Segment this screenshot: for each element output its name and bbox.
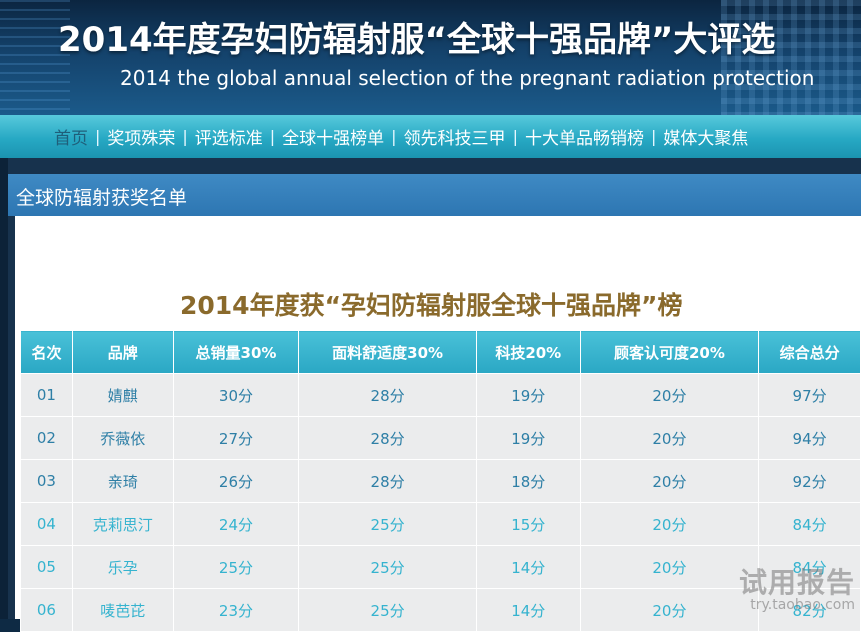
table-row: 04 克莉思汀 24分 25分 15分 20分 84分 (20, 502, 861, 546)
cell-brand: 克莉思汀 (71, 502, 174, 546)
cell-total: 92分 (758, 459, 861, 503)
nav-item-criteria[interactable]: 评选标准 (195, 124, 263, 149)
section-gap (8, 158, 861, 174)
nav-item-label: 评选标准 (194, 129, 263, 149)
cell-comfort: 25分 (298, 545, 477, 589)
cell-comfort: 28分 (298, 416, 477, 460)
column-header-brand: 品牌 (71, 330, 174, 374)
cell-tech: 19分 (475, 416, 581, 460)
cell-sales: 24分 (172, 502, 300, 546)
nav-item-media[interactable]: 媒体大聚焦 (663, 124, 748, 149)
cell-total: 94分 (758, 416, 861, 460)
table-row: 01 婧麒 30分 28分 19分 20分 97分 (20, 373, 861, 417)
nav-item-bestsellers[interactable]: 十大单品畅销榜 (525, 124, 644, 149)
column-header-tech: 科技20% (475, 330, 581, 374)
cell-rank: 05 (20, 545, 73, 589)
nav-item-awards[interactable]: 奖项殊荣 (107, 124, 175, 149)
column-header-total: 综合总分 (758, 330, 861, 374)
table-header-row: 名次 品牌 总销量30% 面料舒适度30% 科技20% 顾客认可度20% 综合总… (20, 330, 861, 374)
nav-item-tech[interactable]: 领先科技三甲 (404, 124, 506, 149)
table-row: 05 乐孕 25分 25分 14分 20分 84分 (20, 545, 861, 589)
cell-rank: 02 (20, 416, 73, 460)
nav-item-label: 十大单品畅销榜 (524, 129, 644, 149)
content-left-edge (8, 216, 15, 619)
cell-brand: 乐孕 (71, 545, 174, 589)
cell-customer: 20分 (579, 459, 760, 503)
nav-separator: | (269, 127, 276, 146)
table-row: 03 亲琦 26分 28分 18分 20分 92分 (20, 459, 861, 503)
cell-brand: 婧麒 (71, 373, 174, 417)
column-header-rank: 名次 (20, 330, 73, 374)
cell-customer: 20分 (579, 373, 760, 417)
page-subtitle: 2014 the global annual selection of the … (120, 66, 815, 90)
ranking-title: 2014年度获“孕妇防辐射服全球十强品牌”榜 (180, 291, 683, 320)
section-header: 全球防辐射获奖名单 (8, 174, 861, 216)
watermark-url: try.taobao.com (750, 597, 855, 613)
page-title: 2014年度孕妇防辐射服“全球十强品牌”大评选 (58, 20, 776, 60)
cell-brand: 乔薇依 (71, 416, 174, 460)
nav-separator: | (95, 127, 101, 146)
nav-item-home[interactable]: 首页 (54, 124, 88, 149)
cell-sales: 27分 (172, 416, 300, 460)
cell-sales: 25分 (172, 545, 300, 589)
nav-separator: | (650, 127, 657, 146)
nav-item-top-ten[interactable]: 全球十强榜单 (282, 124, 384, 149)
cell-comfort: 25分 (298, 588, 477, 632)
cell-rank: 03 (20, 459, 73, 503)
cell-tech: 15分 (475, 502, 581, 546)
page-header: 2014年度孕妇防辐射服“全球十强品牌”大评选 2014 the global … (0, 0, 861, 115)
nav-item-label: 全球十强榜单 (282, 129, 385, 149)
cell-comfort: 28分 (298, 373, 477, 417)
cell-customer: 20分 (579, 588, 760, 632)
cell-brand: 亲琦 (71, 459, 174, 503)
cell-comfort: 25分 (298, 502, 477, 546)
cell-rank: 06 (20, 588, 73, 632)
nav-separator: | (512, 127, 518, 146)
table-row: 06 唛芭芘 23分 25分 14分 20分 82分 (20, 588, 861, 632)
cell-tech: 18分 (475, 459, 581, 503)
cell-total: 97分 (758, 373, 861, 417)
nav-separator: | (182, 127, 188, 146)
cell-customer: 20分 (579, 502, 760, 546)
nav-item-label: 媒体大聚焦 (663, 129, 749, 149)
cell-rank: 04 (20, 502, 73, 546)
column-header-comfort: 面料舒适度30% (298, 330, 477, 374)
nav-separator: | (391, 127, 397, 146)
content-panel: 2014年度获“孕妇防辐射服全球十强品牌”榜 名次 品牌 总销量30% 面料舒适… (15, 216, 861, 632)
watermark: 试用报告 try.taobao.com (739, 561, 855, 613)
cell-tech: 19分 (475, 373, 581, 417)
column-header-sales: 总销量30% (172, 330, 300, 374)
cell-sales: 30分 (172, 373, 300, 417)
cell-customer: 20分 (579, 545, 760, 589)
cell-customer: 20分 (579, 416, 760, 460)
nav-item-label: 领先科技三甲 (403, 129, 506, 149)
main-nav: 首页 | 奖项殊荣 | 评选标准 | 全球十强榜单 | 领先科技三甲 | 十大单… (0, 115, 861, 158)
cell-rank: 01 (20, 373, 73, 417)
nav-item-label: 奖项殊荣 (107, 129, 176, 149)
cell-sales: 26分 (172, 459, 300, 503)
cell-comfort: 28分 (298, 459, 477, 503)
table-row: 02 乔薇依 27分 28分 19分 20分 94分 (20, 416, 861, 460)
nav-item-label: 首页 (54, 129, 88, 149)
cell-tech: 14分 (475, 588, 581, 632)
cell-sales: 23分 (172, 588, 300, 632)
cell-total: 84分 (758, 502, 861, 546)
ranking-table: 名次 品牌 总销量30% 面料舒适度30% 科技20% 顾客认可度20% 综合总… (20, 330, 861, 632)
column-header-customer: 顾客认可度20% (579, 330, 760, 374)
cell-brand: 唛芭芘 (71, 588, 174, 632)
cell-tech: 14分 (475, 545, 581, 589)
section-title: 全球防辐射获奖名单 (16, 187, 188, 209)
watermark-text: 试用报告 (738, 566, 855, 599)
left-border (0, 158, 8, 619)
